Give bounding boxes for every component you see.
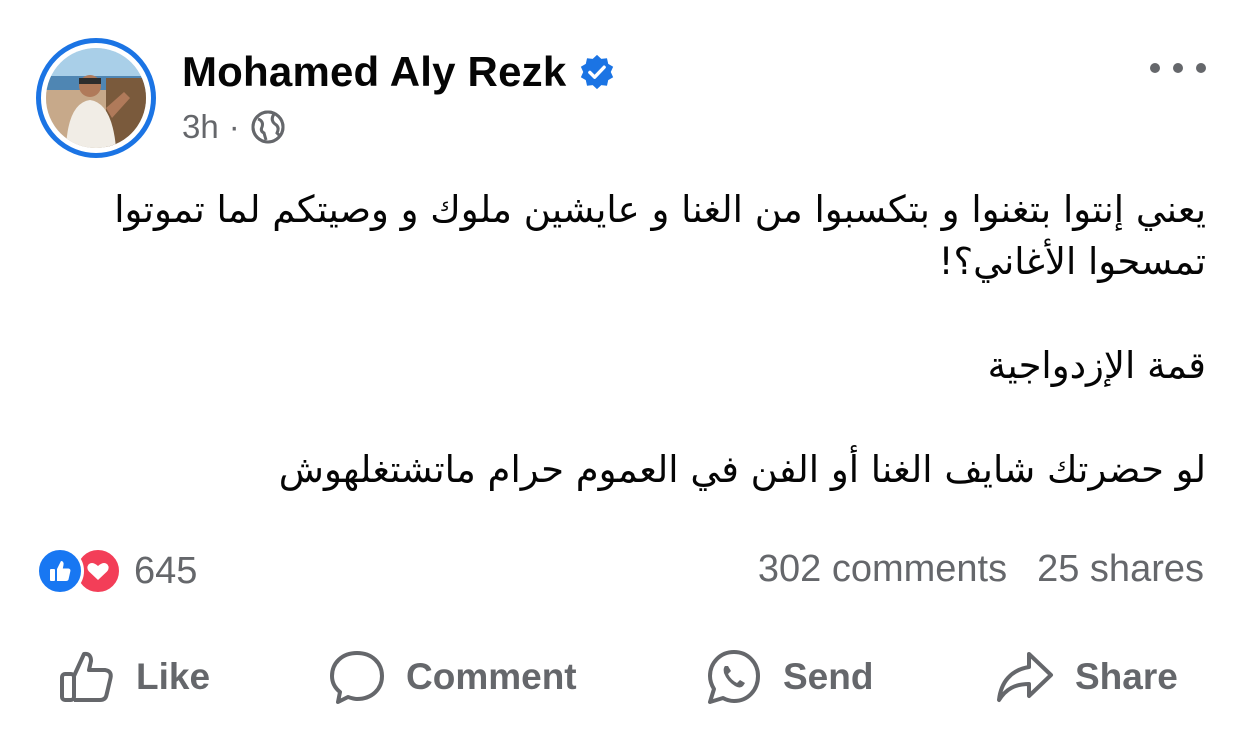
thumbs-up-icon xyxy=(60,651,113,702)
globe-icon[interactable] xyxy=(250,109,286,145)
like-button[interactable]: Like xyxy=(58,640,210,714)
comment-button[interactable]: Comment xyxy=(328,640,577,714)
share-button[interactable]: Share xyxy=(995,640,1178,714)
comment-label: Comment xyxy=(406,656,577,697)
more-options-icon[interactable] xyxy=(1150,58,1206,78)
author-name-label[interactable]: Mohamed Aly Rezk xyxy=(182,48,566,96)
post-paragraph: يعني إنتوا بتغنوا و بتكسبوا من الغنا و ع… xyxy=(114,188,1206,283)
like-label: Like xyxy=(136,656,211,697)
action-bar: Like Comment Send Share xyxy=(0,640,1242,714)
avatar[interactable] xyxy=(36,38,156,158)
whatsapp-icon xyxy=(708,650,760,704)
send-button[interactable]: Send xyxy=(705,640,873,714)
shares-count[interactable]: 25 shares xyxy=(1037,548,1204,591)
post-paragraph: قمة الإزدواجية xyxy=(987,344,1206,387)
reaction-count[interactable]: 645 xyxy=(134,550,197,593)
more-dot xyxy=(1150,63,1160,73)
engagement-stats: 302 comments 25 shares xyxy=(758,548,1204,591)
more-dot xyxy=(1196,63,1206,73)
verified-badge-icon xyxy=(581,54,614,90)
post-time[interactable]: 3h xyxy=(182,108,219,146)
comments-count[interactable]: 302 comments xyxy=(758,548,1007,591)
reactions-summary[interactable]: 645 xyxy=(36,547,197,595)
avatar-photo xyxy=(46,48,146,148)
share-label: Share xyxy=(1075,656,1178,697)
share-icon xyxy=(997,652,1053,702)
send-label: Send xyxy=(783,656,874,697)
like-icon xyxy=(36,547,84,595)
meta-separator: · xyxy=(228,108,240,145)
post-paragraph: لو حضرتك شايف الغنا أو الفن في العموم حر… xyxy=(278,448,1206,491)
post-text: يعني إنتوا بتغنوا و بتكسبوا من الغنا و ع… xyxy=(80,184,1206,496)
comment-icon xyxy=(330,651,384,704)
more-dot xyxy=(1173,63,1183,73)
post-meta: 3h · xyxy=(182,108,286,146)
author-name[interactable]: Mohamed Aly Rezk xyxy=(182,48,616,96)
